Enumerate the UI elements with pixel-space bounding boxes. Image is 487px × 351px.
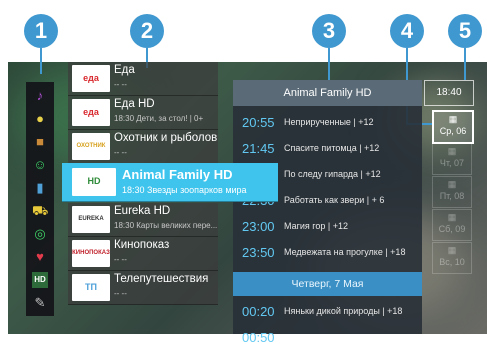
- program-row[interactable]: 23:50 Медвежата на прогулке | +18: [233, 240, 422, 266]
- channel-now-playing: -- --: [114, 255, 127, 264]
- channel-row[interactable]: еда Еда -- --: [68, 62, 218, 96]
- channel-name: Animal Family HD: [122, 167, 233, 182]
- callout-pointer-1: [40, 48, 42, 74]
- calendar-icon: ▦: [448, 114, 458, 124]
- day-label: Сб, 09: [438, 224, 466, 234]
- day-label: Ср, 06: [439, 126, 467, 136]
- callout-badge-1: 1: [24, 14, 58, 48]
- channel-now-playing: 18:30 Звезды зоопарков мира: [122, 185, 247, 195]
- callout-badge-5: 5: [448, 14, 482, 48]
- channel-now-playing: -- --: [114, 80, 127, 89]
- channel-logo: КИНОПОКАЗ: [72, 240, 110, 267]
- channel-name: Еда: [114, 64, 135, 76]
- program-time: 00:20: [242, 304, 275, 319]
- program-title: По следу гипарда | +12: [284, 169, 381, 179]
- briefcase-icon[interactable]: ■: [32, 134, 48, 150]
- channel-now-playing: 18:30 Карты великих пере...: [114, 221, 218, 230]
- theater-mask-icon[interactable]: ☺: [32, 157, 48, 173]
- hd-icon[interactable]: HD: [32, 272, 48, 288]
- program-time: 23:00: [242, 219, 275, 234]
- channel-logo: EUREKA: [72, 206, 110, 233]
- day-button[interactable]: ▦ Вс, 10: [432, 242, 472, 274]
- epg-day-header: Четверг, 7 Мая: [233, 272, 422, 296]
- channel-row[interactable]: HD Animal Family HD 18:30 Звезды зоопарков…: [62, 163, 278, 202]
- callout-badge-3: 3: [312, 14, 346, 48]
- channel-name: Eureka HD: [114, 205, 171, 217]
- channel-logo: ТП: [72, 274, 110, 301]
- calendar-icon: ▦: [447, 245, 457, 255]
- program-row[interactable]: 21:45 Спасите питомца | +12: [233, 136, 422, 162]
- program-title: Работать как звери | + 6: [284, 195, 385, 205]
- day-label: Чт, 07: [439, 158, 465, 168]
- bulb-icon[interactable]: ●: [32, 111, 48, 127]
- callout-pointer-3: [328, 48, 330, 80]
- channel-row[interactable]: ОХОТНИК Охотник и рыболов -- --: [68, 130, 218, 164]
- program-title: Няньки дикой природы | +18: [284, 306, 403, 316]
- callout-pointer-5: [464, 48, 466, 80]
- day-label: Вс, 10: [439, 257, 465, 267]
- clock: 18:40: [424, 80, 474, 106]
- program-time: 23:50: [242, 245, 275, 260]
- channel-row[interactable]: КИНОПОКАЗ Кинопоказ -- --: [68, 237, 218, 271]
- music-icon[interactable]: ♪: [32, 88, 48, 104]
- program-title: Неприрученные | +12: [284, 117, 374, 127]
- channel-logo: еда: [72, 65, 110, 92]
- calendar-icon: ▦: [447, 179, 457, 189]
- channel-list: еда Еда -- -- еда Еда HD 18:30 Дети, за стол!…: [62, 62, 278, 334]
- program-title: Медвежата на прогулке | +18: [284, 247, 406, 257]
- program-row[interactable]: 00:20 Няньки дикой природы | +18: [233, 299, 422, 325]
- channel-row[interactable]: EUREKA Eureka HD 18:30 Карты великих пере.…: [68, 203, 218, 237]
- channel-logo: еда: [72, 99, 110, 126]
- callout-badge-4: 4: [390, 14, 424, 48]
- day-button[interactable]: ▦ Пт, 08: [432, 176, 472, 208]
- channel-name: Телепутешествия: [114, 273, 209, 285]
- channel-logo: ОХОТНИК: [72, 133, 110, 160]
- program-time: 00:50: [242, 330, 275, 345]
- program-row[interactable]: 23:00 Магия гор | +12: [233, 214, 422, 240]
- day-label: Пт, 08: [439, 191, 465, 201]
- channel-row[interactable]: еда Еда HD 18:30 Дети, за стол! | 0+: [68, 96, 218, 130]
- channel-now-playing: 18:30 Дети, за стол! | 0+: [114, 114, 204, 123]
- channel-row[interactable]: ТП Телепутешествия -- --: [68, 271, 218, 305]
- program-row[interactable]: 00:50: [233, 325, 422, 351]
- day-button[interactable]: ▦ Чт, 07: [432, 143, 472, 175]
- epg-panel: Animal Family HD 20:55 Неприрученные | +1…: [233, 80, 422, 345]
- program-row[interactable]: 20:55 Неприрученные | +12: [233, 110, 422, 136]
- calendar-icon: ▦: [447, 212, 457, 222]
- program-time: 21:45: [242, 141, 275, 156]
- calendar-icon: ▦: [447, 146, 457, 156]
- channel-now-playing: -- --: [114, 289, 127, 298]
- epg-channel-title: Animal Family HD: [233, 80, 422, 106]
- city-icon[interactable]: ▮: [32, 180, 48, 196]
- channel-logo: HD: [72, 168, 116, 196]
- channel-name: Еда HD: [114, 98, 155, 110]
- cart-icon[interactable]: ⛟: [32, 203, 48, 219]
- category-sidebar: ♪ ● ■ ☺ ▮ ⛟ ◎ ♥ HD ✎: [26, 82, 54, 316]
- globe-icon[interactable]: ◎: [32, 226, 48, 242]
- callout-badge-2: 2: [130, 14, 164, 48]
- heart-icon[interactable]: ♥: [32, 249, 48, 265]
- program-title: Магия гор | +12: [284, 221, 348, 231]
- program-title: Спасите питомца | +12: [284, 143, 380, 153]
- channel-now-playing: -- --: [114, 148, 127, 157]
- channel-name: Кинопоказ: [114, 239, 170, 251]
- tools-icon[interactable]: ✎: [32, 295, 48, 311]
- program-time: 20:55: [242, 115, 275, 130]
- day-button[interactable]: ▦ Сб, 09: [432, 209, 472, 241]
- day-button[interactable]: ▦ Ср, 06: [432, 110, 474, 144]
- channel-name: Охотник и рыболов: [114, 132, 218, 144]
